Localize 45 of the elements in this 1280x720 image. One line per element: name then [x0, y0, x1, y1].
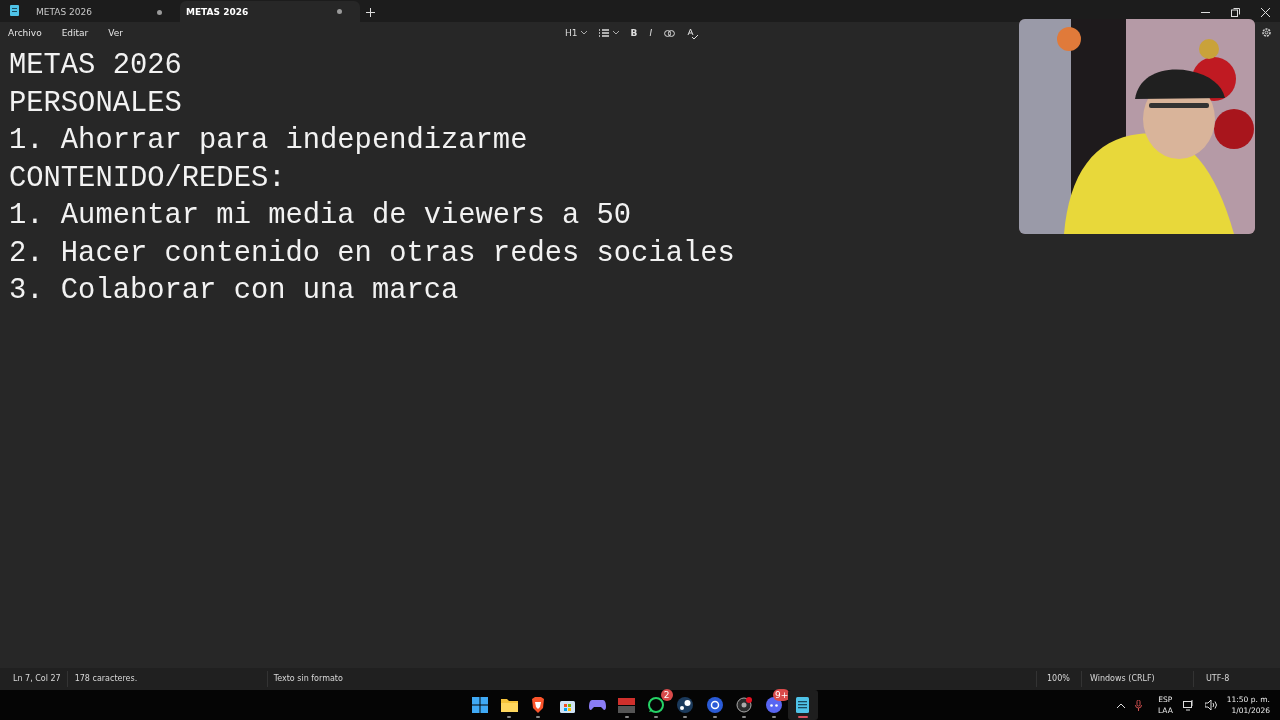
- heading-dropdown[interactable]: H1: [565, 28, 587, 38]
- taskbar-app[interactable]: 2: [641, 690, 671, 720]
- settings-button[interactable]: [1261, 27, 1272, 38]
- unsaved-dot-icon: [337, 9, 342, 14]
- unsaved-dot-icon: [157, 9, 162, 15]
- cursor-position: Ln 7, Col 27: [12, 673, 62, 685]
- speaker-icon: [1204, 700, 1217, 710]
- gamepad-icon: [588, 699, 606, 711]
- menu-item[interactable]: Archivo: [8, 28, 42, 38]
- network-icon: [1182, 699, 1195, 711]
- notepad-icon: [796, 697, 810, 713]
- restore-icon: [1230, 7, 1240, 17]
- menu-item[interactable]: Ver: [108, 28, 123, 38]
- record-icon: [736, 697, 753, 713]
- plus-icon: [365, 7, 375, 17]
- menu-item[interactable]: Editar: [61, 28, 89, 38]
- spellcheck-button[interactable]: [687, 27, 699, 39]
- text-line: 1. Aumentar mi media de viewers a 50: [9, 198, 632, 234]
- taskbar-app[interactable]: [788, 690, 818, 720]
- list-dropdown[interactable]: [598, 29, 619, 37]
- caret-icon: [580, 31, 587, 35]
- zoom-level[interactable]: 100%: [1036, 671, 1081, 687]
- line-ending[interactable]: Windows (CRLF): [1081, 671, 1193, 687]
- chat-bubble-icon: [648, 697, 665, 713]
- windows-icon: [471, 697, 488, 713]
- text-line: CONTENIDO/REDES:: [9, 160, 286, 197]
- bold-button[interactable]: B: [630, 28, 638, 38]
- text-line: METAS 2026: [9, 48, 182, 84]
- document-tab[interactable]: METAS 2026: [180, 1, 360, 22]
- character-count: 178 caracteres.: [66, 671, 267, 687]
- folder-icon: [500, 698, 518, 712]
- text-line: 1. Ahorrar para independizarme: [9, 123, 528, 159]
- encoding[interactable]: UTF-8: [1193, 671, 1280, 687]
- close-icon: [1260, 7, 1270, 17]
- italic-button[interactable]: I: [649, 28, 653, 38]
- format-label: Texto sin formato: [266, 671, 343, 687]
- text-line: PERSONALES: [9, 85, 182, 122]
- microphone-icon: [1134, 699, 1142, 711]
- text-line: 2. Hacer contenido en otras redes sociales: [9, 235, 735, 272]
- caret-icon: [612, 31, 619, 35]
- chevron-up-icon[interactable]: [1116, 702, 1125, 708]
- notepad-icon: [10, 5, 19, 16]
- document-tab[interactable]: METAS 2026: [0, 2, 180, 22]
- link-button[interactable]: [664, 29, 676, 37]
- text-line: 3. Colaborar con una marca: [9, 273, 459, 309]
